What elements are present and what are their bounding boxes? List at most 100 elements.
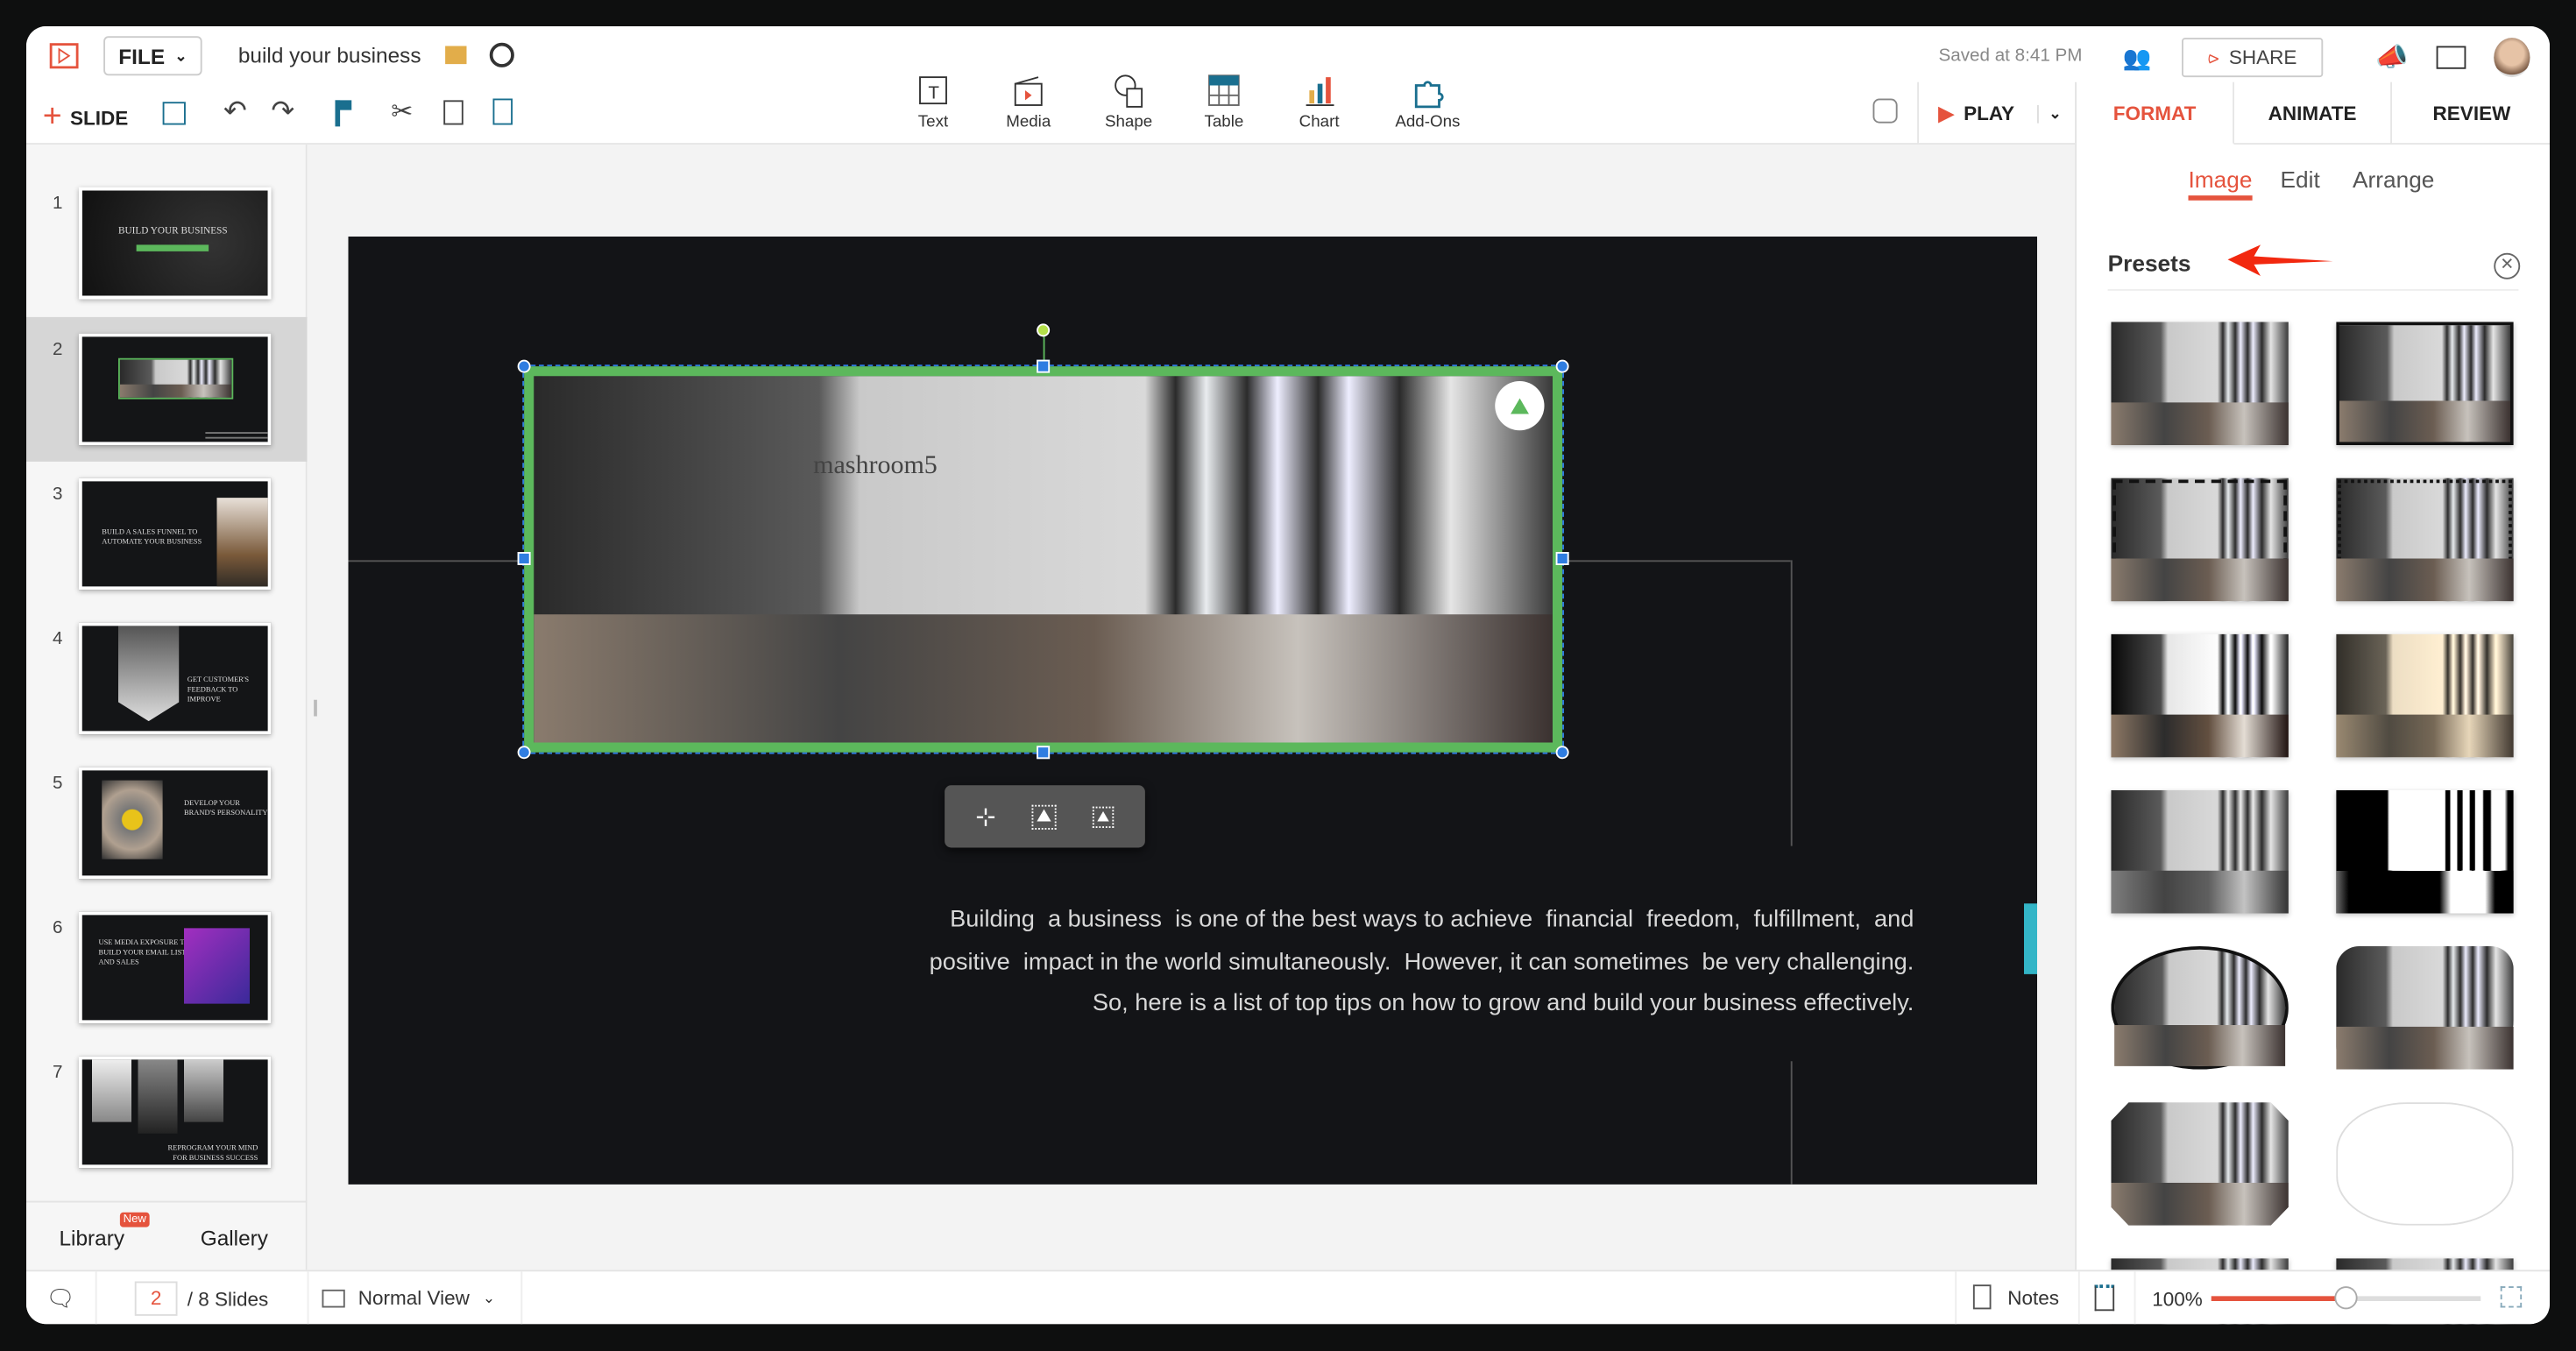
table-icon [1208, 74, 1240, 106]
settings-gear-icon[interactable] [1872, 98, 1898, 124]
layout-icon[interactable] [162, 102, 186, 125]
image-fit-icon[interactable]: ⛰ [1031, 803, 1057, 829]
library-button[interactable]: Library [60, 1226, 125, 1250]
zoom-slider[interactable] [2211, 1286, 2481, 1310]
announcement-icon[interactable]: 📣 [2375, 41, 2408, 74]
current-slide-input[interactable]: 2 [134, 1281, 178, 1316]
slide-thumbnail-2[interactable]: 2 [26, 316, 308, 462]
slide-thumbnail-3[interactable]: 3 BUILD A SALES FUNNEL TO AUTOMATE YOUR B… [26, 462, 308, 606]
chevron-down-icon[interactable]: ⌄ [2037, 104, 2062, 123]
insert-table-button[interactable]: Table [1170, 73, 1278, 131]
decor-line [1790, 560, 1793, 846]
decor-line [1562, 560, 1791, 562]
feedback-icon[interactable] [2436, 46, 2466, 69]
image-preset[interactable] [2111, 322, 2289, 446]
format-painter-icon[interactable] [335, 100, 352, 127]
decor-line [1790, 1061, 1793, 1185]
text-box-icon: T [919, 76, 947, 105]
image-preset[interactable] [2336, 789, 2514, 914]
insert-chart-button[interactable]: Chart [1278, 73, 1361, 131]
play-button[interactable]: ▶ PLAY ⌄ [1917, 81, 2075, 145]
image-preset[interactable] [2111, 1102, 2289, 1226]
fit-slide-icon[interactable] [2094, 1284, 2115, 1312]
folder-icon[interactable] [445, 46, 467, 65]
slide-title: BUILD YOUR BUSINESS [118, 226, 228, 237]
copy-icon[interactable] [443, 100, 464, 125]
image-fill-icon[interactable]: ⛰ [1092, 805, 1115, 828]
total-slides: / 8 Slides [187, 1288, 269, 1312]
image-preset[interactable] [2336, 322, 2514, 446]
paste-icon[interactable] [492, 98, 513, 125]
preset-preview [2336, 946, 2514, 1070]
user-avatar[interactable] [2494, 38, 2530, 78]
tool-label: Add-Ons [1395, 113, 1461, 131]
image-preset[interactable] [2336, 477, 2514, 602]
resize-handle[interactable] [517, 359, 531, 373]
image-preset[interactable] [2111, 946, 2289, 1070]
slide-thumbnail-6[interactable]: 6 USE MEDIA EXPOSURE TO BUILD YOUR EMAIL … [26, 895, 308, 1040]
resize-handle[interactable] [517, 746, 531, 760]
shape-icon [1115, 74, 1143, 108]
slide-thumbnail-7[interactable]: 7 REPROGRAM YOUR MIND FOR BUSINESS SUCCES… [26, 1040, 308, 1185]
resize-handle[interactable] [1555, 552, 1569, 565]
gallery-button[interactable]: Gallery [201, 1226, 268, 1250]
slide-thumbnail-4[interactable]: 4 GET CUSTOMER'S FEEDBACK TO IMPROVE [26, 606, 308, 751]
image-preset[interactable] [2336, 1102, 2514, 1226]
notes-button[interactable]: Notes [1972, 1284, 2059, 1310]
undo-icon[interactable]: ↶ [223, 95, 247, 129]
insert-shape-button[interactable]: Shape [1087, 73, 1170, 131]
slide-title: GET CUSTOMER'S FEEDBACK TO IMPROVE [187, 675, 250, 704]
insert-text-button[interactable]: T Text [897, 73, 970, 131]
resize-handle[interactable] [1037, 359, 1051, 373]
scissors-icon[interactable]: ✂ [391, 95, 413, 129]
comments-icon[interactable]: 🗨 [46, 1284, 75, 1312]
subtab-image[interactable]: Image [2188, 166, 2253, 201]
current-slide[interactable]: mashroom5 ⛰ ⊹ ⛰ ⛰ Building a business is… [348, 237, 2037, 1185]
share-button[interactable]: ⪧ SHARE [2182, 38, 2324, 78]
redo-icon[interactable]: ↷ [271, 95, 294, 129]
collaborators-icon[interactable]: 👥 [2123, 45, 2152, 73]
view-mode-dropdown[interactable]: Normal View ⌄ [322, 1286, 495, 1309]
tab-format[interactable]: FORMAT [2077, 81, 2234, 145]
replace-image-icon[interactable]: ⛰ [1495, 381, 1545, 431]
format-panel: FORMAT ANIMATE REVIEW Image Edit Arrange… [2075, 81, 2550, 1325]
globe-icon[interactable] [489, 42, 514, 67]
panel-resize-handle[interactable] [314, 699, 317, 717]
resize-handle[interactable] [1037, 746, 1051, 760]
plus-icon: + [42, 98, 62, 135]
image-preset[interactable] [2336, 633, 2514, 758]
image-preset[interactable] [2111, 477, 2289, 602]
resize-handle[interactable] [517, 552, 531, 565]
zoom-level: 100% [2152, 1288, 2203, 1312]
play-icon: ▶ [1938, 102, 1954, 125]
teal-marker [2024, 903, 2037, 974]
bar-chart-icon [1306, 77, 1334, 106]
body-text[interactable]: Building a business is one of the best w… [895, 901, 1914, 1026]
slide-thumbnail-1[interactable]: 1 BUILD YOUR BUSINESS [26, 171, 308, 315]
image-preset[interactable] [2111, 789, 2289, 914]
rotation-handle[interactable] [1037, 323, 1051, 337]
subtab-edit[interactable]: Edit [2281, 166, 2320, 192]
chevron-down-icon: ⌄ [174, 46, 188, 64]
image-preset[interactable] [2336, 946, 2514, 1070]
close-presets-icon[interactable]: ✕ [2494, 252, 2521, 279]
insert-media-button[interactable]: Media [969, 73, 1087, 131]
resize-handle[interactable] [1555, 746, 1569, 760]
selected-image[interactable]: mashroom5 ⛰ [522, 364, 1564, 754]
tab-animate[interactable]: ANIMATE [2234, 81, 2392, 145]
resize-handle[interactable] [1555, 359, 1569, 373]
insert-addons-button[interactable]: Add-Ons [1361, 73, 1496, 131]
svg-text:T: T [928, 83, 939, 103]
image-preset[interactable] [2111, 633, 2289, 758]
tab-review[interactable]: REVIEW [2392, 82, 2550, 145]
file-menu-button[interactable]: FILE ⌄ [103, 36, 202, 76]
fullscreen-icon[interactable] [2500, 1286, 2523, 1308]
zoom-slider-thumb[interactable] [2334, 1286, 2358, 1310]
crop-icon[interactable]: ⊹ [975, 802, 996, 831]
subtab-arrange[interactable]: Arrange [2353, 166, 2434, 192]
document-title[interactable]: build your business [238, 43, 421, 67]
slide-thumbnail-5[interactable]: 5 DEVELOP YOUR BRAND'S PERSONALITY [26, 751, 308, 895]
slide-title: BUILD A SALES FUNNEL TO AUTOMATE YOUR BU… [102, 527, 202, 546]
add-slide-button[interactable]: + SLIDE [43, 99, 129, 137]
slide-number: 7 [53, 1063, 63, 1083]
